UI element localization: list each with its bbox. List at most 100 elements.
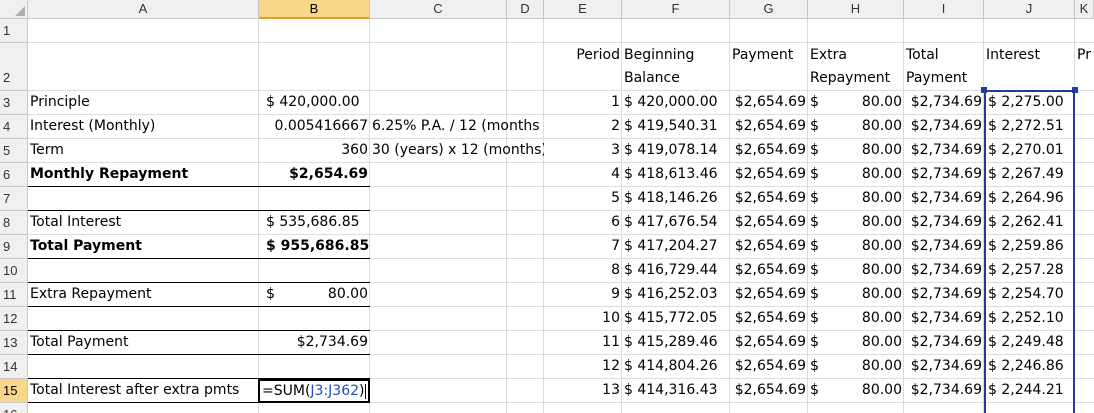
- column-header-k[interactable]: K: [1075, 0, 1094, 19]
- schedule-period-cell[interactable]: 5: [544, 187, 622, 210]
- schedule-extra-cell[interactable]: 80.00: [808, 259, 904, 282]
- schedule-period-cell[interactable]: 2: [544, 115, 622, 138]
- schedule-balance-cell[interactable]: $ 418,613.46: [622, 163, 730, 186]
- schedule-balance-cell[interactable]: $ 415,772.05: [622, 307, 730, 330]
- value-monthly-repayment[interactable]: $2,654.69: [259, 163, 370, 186]
- row-header-13[interactable]: 13: [0, 331, 28, 355]
- schedule-total-cell[interactable]: $2,734.69: [904, 211, 984, 234]
- column-header-b[interactable]: B: [259, 0, 370, 19]
- header-overflow[interactable]: Pr: [1075, 44, 1094, 67]
- schedule-extra-cell[interactable]: 80.00: [808, 139, 904, 162]
- label-total-payment-2[interactable]: Total Payment: [28, 331, 259, 354]
- column-header-e[interactable]: E: [544, 0, 622, 19]
- row-header-11[interactable]: 11: [0, 283, 28, 307]
- row-header-7[interactable]: 7: [0, 187, 28, 211]
- schedule-balance-cell[interactable]: $ 416,252.03: [622, 283, 730, 306]
- schedule-payment-cell[interactable]: $2,654.69: [730, 163, 808, 186]
- schedule-payment-cell[interactable]: $2,654.69: [730, 307, 808, 330]
- row-header-12[interactable]: 12: [0, 307, 28, 331]
- schedule-extra-cell[interactable]: 80.00: [808, 331, 904, 354]
- column-header-c[interactable]: C: [370, 0, 507, 19]
- value-total-payment-2[interactable]: $2,734.69: [259, 331, 370, 354]
- note-interest[interactable]: 6.25% P.A. / 12 (months: [370, 115, 544, 138]
- schedule-payment-cell[interactable]: $2,654.69: [730, 355, 808, 378]
- schedule-extra-cell[interactable]: 80.00: [808, 115, 904, 138]
- value-total-interest[interactable]: $ 535,686.85: [264, 211, 369, 234]
- range-handle-right[interactable]: [1072, 87, 1078, 93]
- schedule-period-cell[interactable]: 8: [544, 259, 622, 282]
- schedule-extra-cell[interactable]: 80.00: [808, 307, 904, 330]
- schedule-total-cell[interactable]: $2,734.69: [904, 163, 984, 186]
- row-header-5[interactable]: 5: [0, 139, 28, 163]
- schedule-payment-cell[interactable]: $2,654.69: [730, 115, 808, 138]
- schedule-payment-cell[interactable]: $2,654.69: [730, 379, 808, 402]
- schedule-extra-cell[interactable]: 80.00: [808, 91, 904, 114]
- column-header-d[interactable]: D: [507, 0, 544, 19]
- value-total-payment[interactable]: $ 955,686.85: [264, 235, 369, 258]
- label-total-interest[interactable]: Total Interest: [28, 211, 259, 234]
- value-principle[interactable]: $ 420,000.00: [264, 91, 369, 114]
- schedule-total-cell[interactable]: $2,734.69: [904, 283, 984, 306]
- column-header-j[interactable]: J: [984, 0, 1075, 19]
- column-header-i[interactable]: I: [904, 0, 984, 19]
- header-extra[interactable]: Extra: [808, 44, 904, 67]
- schedule-period-cell[interactable]: 12: [544, 355, 622, 378]
- schedule-balance-cell[interactable]: $ 414,316.43: [622, 379, 730, 402]
- schedule-period-cell[interactable]: 7: [544, 235, 622, 258]
- schedule-period-cell[interactable]: 1: [544, 91, 622, 114]
- schedule-payment-cell[interactable]: $2,654.69: [730, 259, 808, 282]
- label-total-payment[interactable]: Total Payment: [28, 235, 259, 258]
- schedule-payment-cell[interactable]: $2,654.69: [730, 283, 808, 306]
- schedule-extra-cell[interactable]: 80.00: [808, 163, 904, 186]
- schedule-balance-cell[interactable]: $ 414,804.26: [622, 355, 730, 378]
- schedule-total-cell[interactable]: $2,734.69: [904, 259, 984, 282]
- schedule-total-cell[interactable]: $2,734.69: [904, 355, 984, 378]
- label-interest-monthly[interactable]: Interest (Monthly): [28, 115, 259, 138]
- schedule-total-cell[interactable]: $2,734.69: [904, 379, 984, 402]
- formula-range-highlight[interactable]: [984, 90, 1075, 413]
- value-interest-monthly[interactable]: 0.005416667: [259, 115, 370, 138]
- range-handle-left[interactable]: [981, 87, 987, 93]
- schedule-extra-cell[interactable]: 80.00: [808, 187, 904, 210]
- active-cell-b15[interactable]: =SUM(J3:J362): [258, 379, 370, 403]
- label-total-interest-after[interactable]: Total Interest after extra pmts: [28, 379, 259, 402]
- schedule-balance-cell[interactable]: $ 419,078.14: [622, 139, 730, 162]
- schedule-extra-cell[interactable]: 80.00: [808, 355, 904, 378]
- label-term[interactable]: Term: [28, 139, 259, 162]
- schedule-period-cell[interactable]: 13: [544, 379, 622, 402]
- schedule-balance-cell[interactable]: $ 418,146.26: [622, 187, 730, 210]
- schedule-extra-cell[interactable]: 80.00: [808, 211, 904, 234]
- row-header-1[interactable]: 1: [0, 19, 28, 43]
- value-term[interactable]: 360: [259, 139, 370, 162]
- header-period[interactable]: Period: [544, 44, 622, 67]
- value-extra-repayment[interactable]: 80.00: [259, 283, 370, 306]
- header-payment[interactable]: Payment: [730, 44, 808, 67]
- schedule-period-cell[interactable]: 3: [544, 139, 622, 162]
- schedule-balance-cell[interactable]: $ 417,676.54: [622, 211, 730, 234]
- schedule-balance-cell[interactable]: $ 419,540.31: [622, 115, 730, 138]
- select-all-corner[interactable]: [0, 0, 28, 19]
- schedule-payment-cell[interactable]: $2,654.69: [730, 187, 808, 210]
- schedule-period-cell[interactable]: 11: [544, 331, 622, 354]
- row-header-9[interactable]: 9: [0, 235, 28, 259]
- row-header-3[interactable]: 3: [0, 91, 28, 115]
- header-interest[interactable]: Interest: [984, 44, 1075, 67]
- schedule-period-cell[interactable]: 9: [544, 283, 622, 306]
- schedule-total-cell[interactable]: $2,734.69: [904, 331, 984, 354]
- header-beginning[interactable]: Beginning: [622, 44, 730, 67]
- schedule-total-cell[interactable]: $2,734.69: [904, 187, 984, 210]
- schedule-payment-cell[interactable]: $2,654.69: [730, 91, 808, 114]
- label-extra-repayment[interactable]: Extra Repayment: [28, 283, 259, 306]
- schedule-balance-cell[interactable]: $ 420,000.00: [622, 91, 730, 114]
- row-header-6[interactable]: 6: [0, 163, 28, 187]
- schedule-total-cell[interactable]: $2,734.69: [904, 235, 984, 258]
- column-header-a[interactable]: A: [28, 0, 259, 19]
- row-header-2[interactable]: 2: [0, 43, 28, 91]
- schedule-payment-cell[interactable]: $2,654.69: [730, 331, 808, 354]
- schedule-balance-cell[interactable]: $ 415,289.46: [622, 331, 730, 354]
- schedule-total-cell[interactable]: $2,734.69: [904, 115, 984, 138]
- column-header-h[interactable]: H: [808, 0, 904, 19]
- row-header-14[interactable]: 14: [0, 355, 28, 379]
- label-principle[interactable]: Principle: [28, 91, 259, 114]
- schedule-extra-cell[interactable]: 80.00: [808, 235, 904, 258]
